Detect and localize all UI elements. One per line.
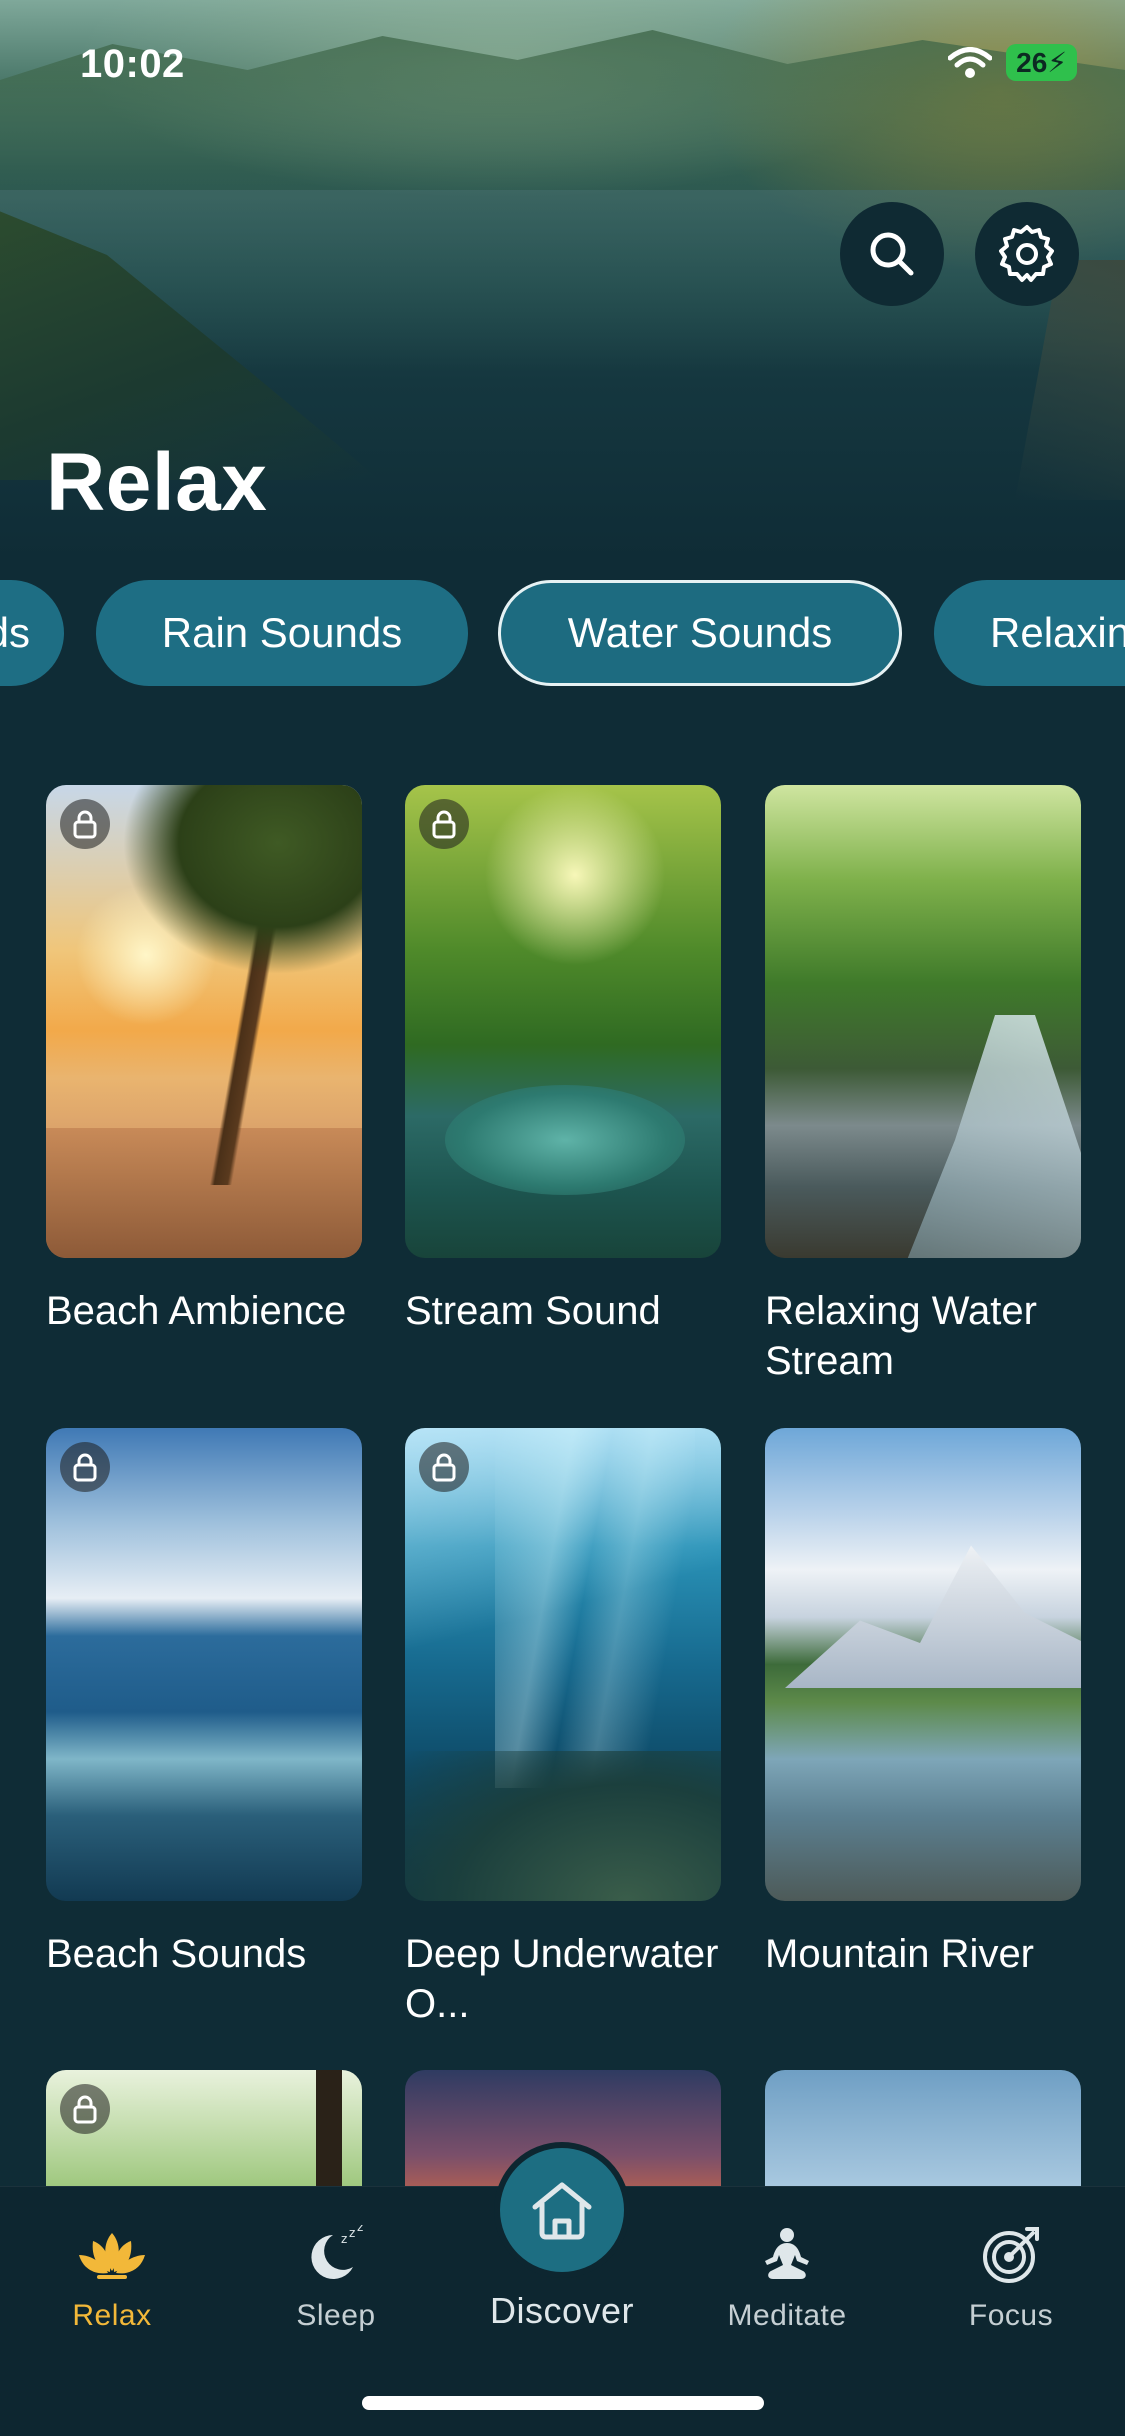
tab-focus-label: Focus: [968, 2299, 1054, 2332]
search-icon: [870, 232, 914, 276]
home-icon: [532, 2182, 592, 2240]
tab-discover[interactable]: [494, 2142, 630, 2278]
sound-thumbnail: [405, 785, 721, 1258]
target-icon: [983, 2227, 1039, 2283]
tab-sleep[interactable]: z z z Sleep: [251, 2217, 421, 2333]
wifi-icon: [948, 46, 993, 78]
status-icons: 26⚡: [948, 44, 1077, 81]
lotus-icon: [79, 2233, 145, 2279]
search-button[interactable]: [840, 202, 944, 306]
sound-title: Relaxing Water Stream: [765, 1289, 1037, 1383]
sound-title: Mountain River: [765, 1932, 1035, 1976]
sound-card-beach-ambience[interactable]: Beach Ambience: [46, 785, 362, 1336]
relax-screen: 10:02 26⚡ Relax Sounds Rain Sounds Water…: [0, 0, 1125, 2436]
lock-icon: [60, 799, 110, 849]
sound-title: Stream Sound: [405, 1289, 661, 1333]
chip-water-sounds[interactable]: Water Sounds: [498, 580, 902, 686]
moon-zzz-icon: z z z: [311, 2225, 363, 2279]
lock-icon: [60, 1442, 110, 1492]
tab-meditate-label: Meditate: [727, 2299, 847, 2332]
sound-thumbnail: [46, 785, 362, 1258]
sound-thumbnail: [765, 785, 1081, 1258]
home-indicator[interactable]: [362, 2396, 764, 2410]
sound-title: Deep Underwater O...: [405, 1932, 719, 2026]
charging-icon: ⚡: [1047, 47, 1067, 78]
tab-relax-label: Relax: [72, 2299, 152, 2332]
tab-relax[interactable]: Relax: [27, 2217, 197, 2333]
svg-text:z: z: [349, 2226, 355, 2240]
tab-discover-label: Discover: [489, 2290, 635, 2331]
sound-card-mountain-river[interactable]: Mountain River: [765, 1428, 1081, 1979]
meditate-icon: [765, 2228, 809, 2279]
chip-rain-sounds[interactable]: Rain Sounds: [96, 580, 468, 686]
sound-title: Beach Ambience: [46, 1289, 347, 1333]
chip-sounds[interactable]: Sounds: [0, 580, 64, 686]
lock-icon: [60, 2084, 110, 2134]
tab-meditate[interactable]: Meditate: [702, 2217, 872, 2333]
lock-icon: [419, 799, 469, 849]
page-title: Relax: [46, 437, 268, 528]
category-chips: Sounds Rain Sounds Water Sounds Relaxing: [0, 580, 1125, 688]
lock-icon: [419, 1442, 469, 1492]
settings-button[interactable]: [975, 202, 1079, 306]
sound-thumbnail: [405, 1428, 721, 1901]
sound-thumbnail: [765, 1428, 1081, 1901]
battery-level: 26: [1016, 47, 1048, 78]
svg-text:z: z: [341, 2232, 347, 2246]
sound-thumbnail: [46, 1428, 362, 1901]
chip-relaxing[interactable]: Relaxing: [934, 580, 1125, 686]
status-time: 10:02: [80, 42, 185, 86]
svg-text:z: z: [357, 2225, 363, 2234]
sound-card-deep-underwater[interactable]: Deep Underwater O...: [405, 1428, 721, 2029]
sound-title: Beach Sounds: [46, 1932, 307, 1976]
tab-focus[interactable]: Focus: [926, 2217, 1096, 2333]
gear-icon: [999, 225, 1054, 282]
sound-card-beach-sounds[interactable]: Beach Sounds: [46, 1428, 362, 1979]
battery-indicator: 26⚡: [1006, 44, 1077, 81]
sound-card-relaxing-water-stream[interactable]: Relaxing Water Stream: [765, 785, 1081, 1386]
sound-card-stream-sound[interactable]: Stream Sound: [405, 785, 721, 1336]
tab-sleep-label: Sleep: [296, 2299, 376, 2332]
